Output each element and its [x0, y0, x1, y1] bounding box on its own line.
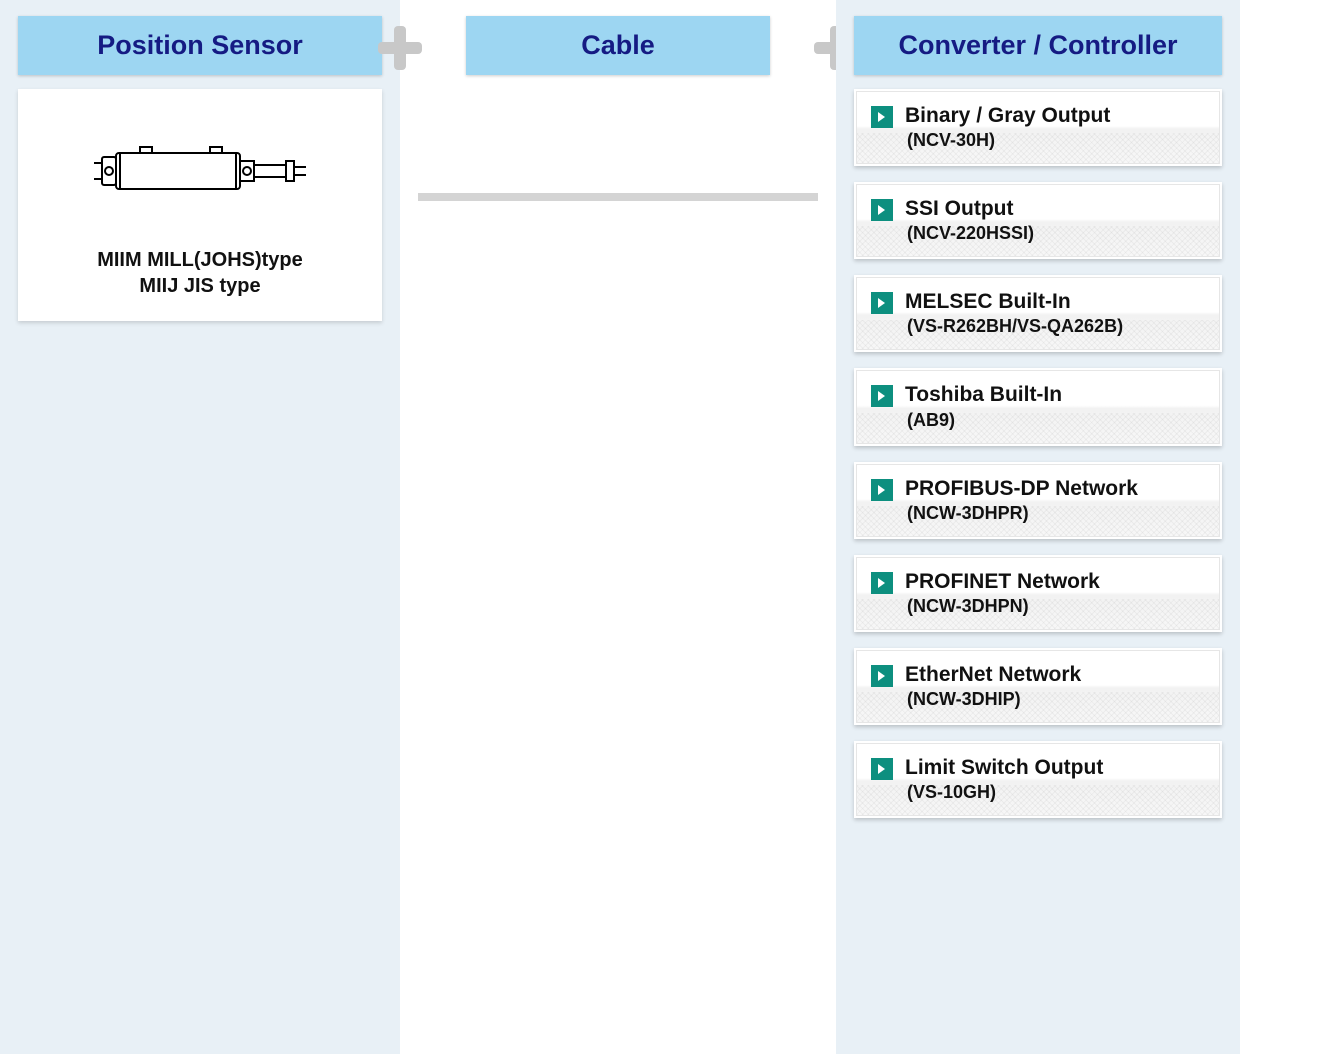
- converter-title: EtherNet Network: [905, 663, 1081, 687]
- converter-model: (VS-R262BH/VS-QA262B): [907, 316, 1123, 337]
- arrow-right-icon: [871, 665, 893, 687]
- converter-list: Binary / Gray Output(NCV-30H)SSI Output(…: [854, 89, 1222, 818]
- converter-item[interactable]: Limit Switch Output(VS-10GH): [854, 741, 1222, 818]
- converter-model: (NCW-3DHPN): [907, 596, 1100, 617]
- divider: [418, 193, 818, 201]
- sensor-illustration: [38, 139, 362, 203]
- converter-model: (NCW-3DHPR): [907, 503, 1138, 524]
- header-converter: Converter / Controller: [854, 16, 1222, 75]
- arrow-right-icon: [871, 106, 893, 128]
- converter-title: SSI Output: [905, 197, 1034, 221]
- converter-item[interactable]: PROFIBUS-DP Network(NCW-3DHPR): [854, 462, 1222, 539]
- column-converter: Converter / Controller Binary / Gray Out…: [836, 0, 1240, 1054]
- converter-title: PROFINET Network: [905, 570, 1100, 594]
- sensor-caption-line2: MIIJ JIS type: [38, 273, 362, 299]
- converter-item[interactable]: Binary / Gray Output(NCV-30H): [854, 89, 1222, 166]
- converter-model: (NCW-3DHIP): [907, 689, 1081, 710]
- arrow-right-icon: [871, 292, 893, 314]
- converter-title: Toshiba Built-In: [905, 383, 1062, 407]
- converter-title: PROFIBUS-DP Network: [905, 477, 1138, 501]
- sensor-caption-line1: MIIM MILL(JOHS)type: [38, 247, 362, 273]
- converter-item[interactable]: EtherNet Network(NCW-3DHIP): [854, 648, 1222, 725]
- arrow-right-icon: [871, 199, 893, 221]
- converter-title: MELSEC Built-In: [905, 290, 1123, 314]
- converter-title: Binary / Gray Output: [905, 104, 1110, 128]
- converter-item[interactable]: Toshiba Built-In (AB9): [854, 368, 1222, 445]
- sensor-card: MIIM MILL(JOHS)type MIIJ JIS type: [18, 89, 382, 321]
- cylinder-icon: [90, 139, 310, 203]
- arrow-right-icon: [871, 479, 893, 501]
- layout: Position Sensor: [0, 0, 1340, 1054]
- converter-model: (AB9): [907, 410, 1062, 431]
- sensor-caption: MIIM MILL(JOHS)type MIIJ JIS type: [38, 247, 362, 299]
- column-position-sensor: Position Sensor: [0, 0, 400, 1054]
- header-cable: Cable: [466, 16, 770, 75]
- converter-item[interactable]: PROFINET Network(NCW-3DHPN): [854, 555, 1222, 632]
- arrow-right-icon: [871, 758, 893, 780]
- converter-model: (NCV-30H): [907, 130, 1110, 151]
- converter-item[interactable]: SSI Output(NCV-220HSSI): [854, 182, 1222, 259]
- column-cable: Cable: [400, 0, 836, 1054]
- arrow-right-icon: [871, 572, 893, 594]
- converter-title: Limit Switch Output: [905, 756, 1103, 780]
- converter-item[interactable]: MELSEC Built-In(VS-R262BH/VS-QA262B): [854, 275, 1222, 352]
- converter-model: (NCV-220HSSI): [907, 223, 1034, 244]
- converter-model: (VS-10GH): [907, 782, 1103, 803]
- header-position-sensor: Position Sensor: [18, 16, 382, 75]
- arrow-right-icon: [871, 385, 893, 407]
